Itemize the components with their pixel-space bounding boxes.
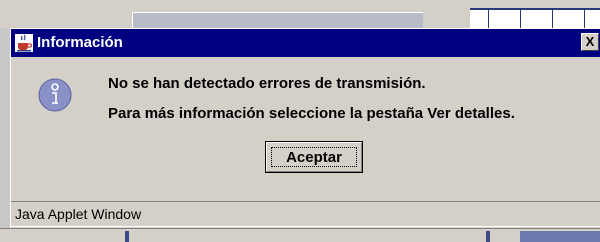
background-grid	[470, 8, 600, 30]
background-tab	[132, 12, 423, 29]
status-text: Java Applet Window	[15, 206, 142, 222]
dialog-title: Información	[37, 34, 123, 51]
java-cup-icon	[15, 34, 33, 52]
dialog-titlebar[interactable]: Información X	[11, 29, 600, 57]
background-bottom-strip	[0, 228, 600, 242]
close-icon: X	[585, 34, 595, 49]
accept-button[interactable]: Aceptar	[265, 141, 363, 173]
status-bar: Java Applet Window	[11, 201, 600, 227]
info-icon	[38, 78, 72, 112]
message-line-1: No se han detectado errores de transmisi…	[108, 75, 426, 92]
close-button[interactable]: X	[581, 33, 599, 51]
accept-button-label: Aceptar	[286, 149, 342, 166]
information-dialog: Información X No se han detectado errore…	[10, 28, 600, 228]
message-line-2: Para más información seleccione la pesta…	[108, 105, 515, 122]
